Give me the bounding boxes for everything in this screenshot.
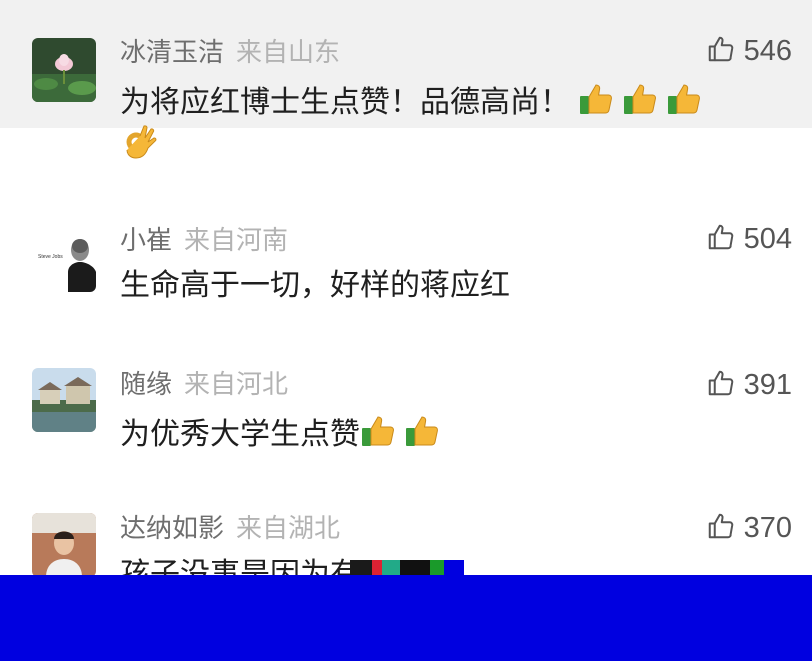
emoji-group xyxy=(578,78,706,118)
like-count: 504 xyxy=(743,222,792,255)
username[interactable]: 随缘 xyxy=(120,370,172,400)
avatar-caption: Steve Jobs xyxy=(38,254,63,260)
thumbs-up-outline-icon xyxy=(706,511,736,545)
like-button[interactable]: 370 xyxy=(706,511,792,545)
comment-meta: 小崔 来自河南 xyxy=(120,225,288,257)
thumbs-up-outline-icon xyxy=(706,222,736,256)
avatar[interactable] xyxy=(32,38,96,102)
like-button[interactable]: 546 xyxy=(706,34,792,68)
comment-meta: 随缘 来自河北 xyxy=(120,369,288,401)
comment-text-body: 为将应红博士生点赞！品德高尚！ xyxy=(120,85,570,120)
comment-meta: 达纳如影 来自湖北 xyxy=(120,513,340,545)
avatar[interactable] xyxy=(32,368,96,432)
comment-text-body: 为优秀大学生点赞 xyxy=(120,417,360,452)
comment-item: Steve Jobs 小崔 来自河南 504 生命高于一切，好样的蒋应红 xyxy=(0,220,812,320)
location-label: 来自河南 xyxy=(184,226,289,256)
thumbs-up-emoji-icon xyxy=(622,78,662,118)
thumbs-up-outline-icon xyxy=(706,34,736,68)
emoji-group xyxy=(360,410,444,450)
location-label: 来自山东 xyxy=(236,38,341,68)
like-count: 546 xyxy=(743,34,792,67)
thumbs-up-emoji-icon xyxy=(360,410,400,450)
thumbs-up-emoji-icon xyxy=(666,78,706,118)
like-count: 391 xyxy=(743,368,792,401)
avatar[interactable]: Steve Jobs xyxy=(32,228,96,292)
like-count: 370 xyxy=(743,511,792,544)
like-button[interactable]: 391 xyxy=(706,368,792,402)
thumbs-up-emoji-icon xyxy=(404,410,444,450)
emoji-group xyxy=(120,122,160,166)
avatar[interactable] xyxy=(32,513,96,577)
comment-meta: 冰清玉洁 来自山东 xyxy=(120,37,340,69)
thumbs-up-outline-icon xyxy=(706,368,736,402)
ok-hand-emoji-icon xyxy=(120,122,160,162)
comment-text: 生命高于一切，好样的蒋应红 xyxy=(120,266,782,306)
username[interactable]: 达纳如影 xyxy=(120,514,224,544)
location-label: 来自河北 xyxy=(184,370,289,400)
comment-text: 为优秀大学生点赞 xyxy=(120,410,782,455)
username[interactable]: 冰清玉洁 xyxy=(120,38,224,68)
comment-item: 随缘 来自河北 391 为优秀大学生点赞 xyxy=(0,360,812,460)
blue-overlay-bar xyxy=(0,575,812,661)
comment-text: 为将应红博士生点赞！品德高尚！ xyxy=(120,78,782,123)
like-button[interactable]: 504 xyxy=(706,222,792,256)
location-label: 来自湖北 xyxy=(236,514,341,544)
username[interactable]: 小崔 xyxy=(120,226,172,256)
comment-text-body: 生命高于一切，好样的蒋应红 xyxy=(120,268,510,303)
thumbs-up-emoji-icon xyxy=(578,78,618,118)
comment-item: 冰清玉洁 来自山东 546 为将应红博士生点赞！品德高尚！ xyxy=(0,0,812,159)
